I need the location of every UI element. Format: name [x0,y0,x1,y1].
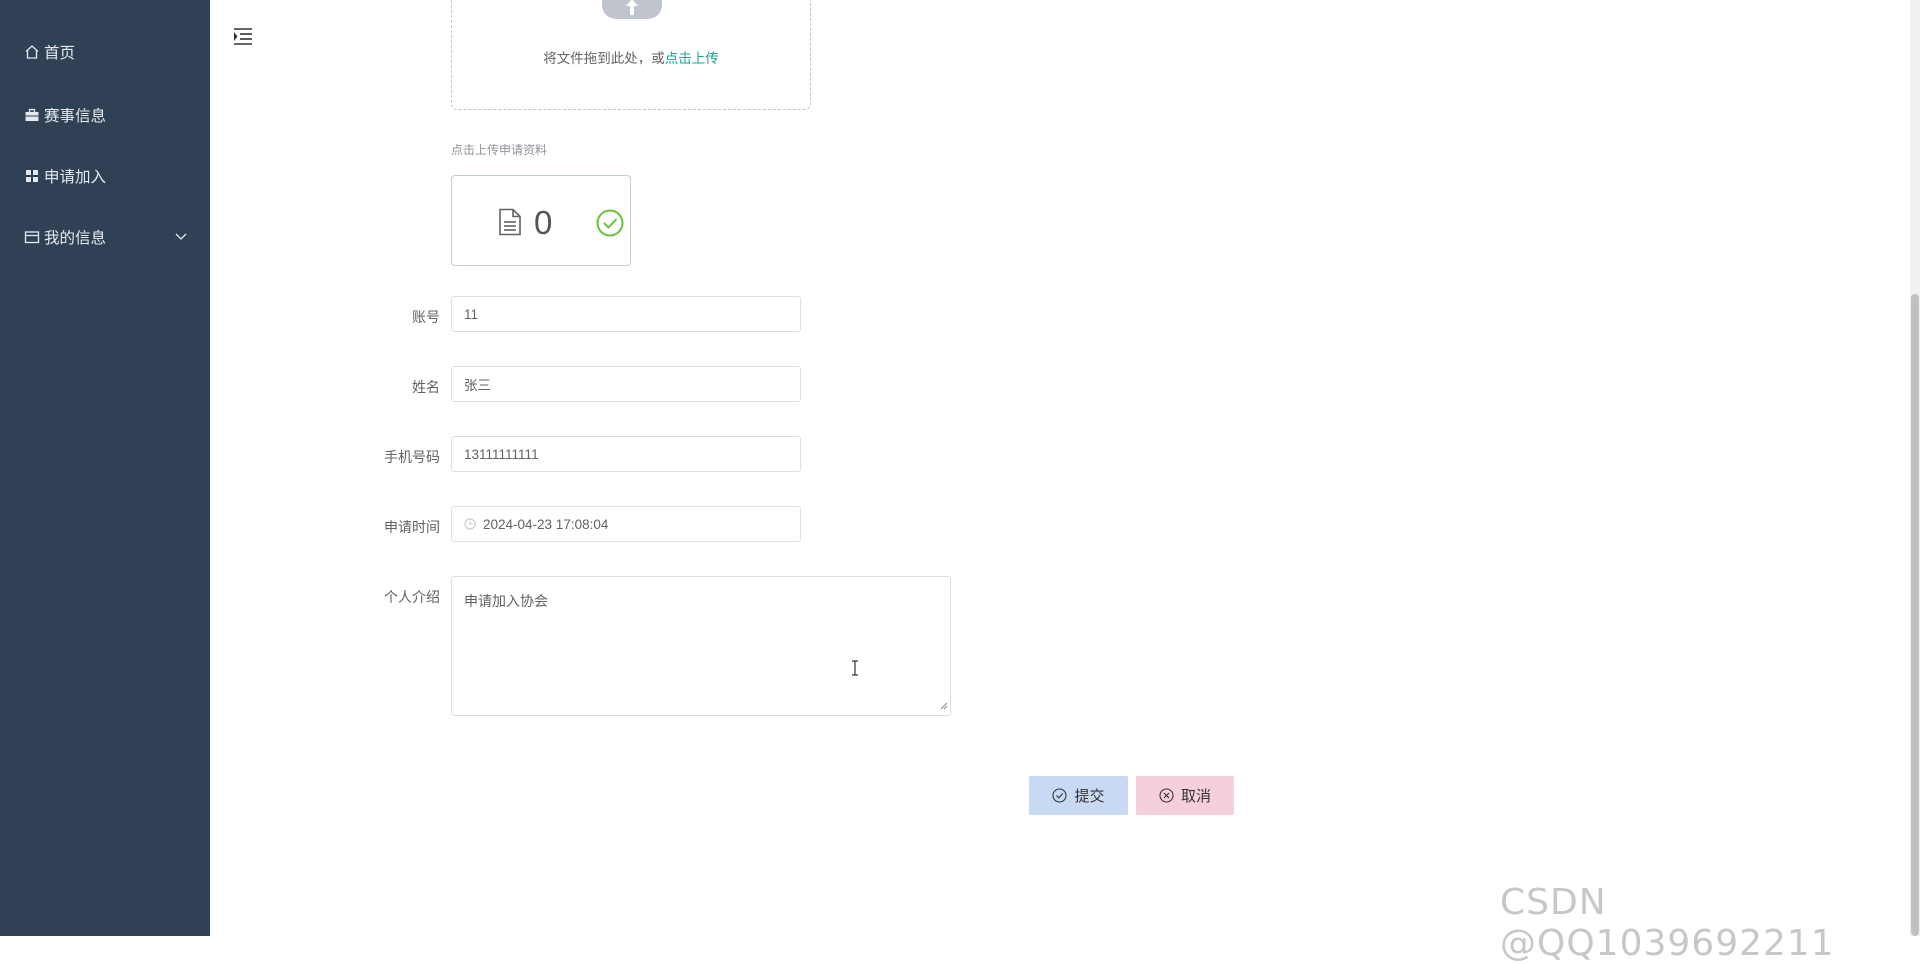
cancel-button[interactable]: 取消 [1136,776,1234,815]
sidebar: 首页 赛事信息 申请加入 我的信息 [0,0,210,936]
sidebar-item-events[interactable]: 赛事信息 [0,95,210,135]
sidebar-item-my-info[interactable]: 我的信息 [0,217,210,257]
uploaded-file-card[interactable]: 0 [451,175,631,266]
card-icon [23,228,41,246]
resize-handle-icon[interactable] [940,697,948,713]
time-label: 申请时间 [384,519,440,535]
account-field[interactable]: 11 [451,296,801,332]
close-circle-icon [1159,788,1174,803]
intro-value: 申请加入协会 [464,593,548,609]
sidebar-item-label: 赛事信息 [44,108,107,125]
menu-toggle-icon[interactable] [232,26,254,48]
sidebar-item-home[interactable]: 首页 [0,32,210,72]
intro-textarea[interactable]: 申请加入协会 [451,576,951,716]
file-count: 0 [534,204,553,241]
name-value: 张三 [464,378,491,393]
scrollbar-thumb[interactable] [1911,294,1919,936]
upload-drag-text: 将文件拖到此处，或 [543,51,665,66]
watermark: CSDN @QQ1039692211 [1500,882,1835,964]
phone-field[interactable]: 13111111111 [451,436,801,472]
phone-label: 手机号码 [384,449,440,465]
chevron-down-icon [174,229,188,248]
upload-cloud-icon [602,0,662,19]
upload-tip: 点击上传申请资料 [451,143,548,157]
time-field[interactable]: 2024-04-23 17:08:04 [451,506,801,542]
vertical-scrollbar[interactable] [1910,0,1920,936]
account-value: 11 [464,306,479,322]
document-icon [498,208,522,241]
main-content: 将文件拖到此处，或点击上传 点击上传申请资料 0 账号 11 姓名 张三 手机号… [210,0,1910,936]
account-label: 账号 [412,309,440,325]
sidebar-item-apply[interactable]: 申请加入 [0,156,210,196]
check-circle-icon [1052,788,1068,803]
upload-instruction: 将文件拖到此处，或点击上传 [452,47,810,67]
sidebar-item-label: 申请加入 [44,169,107,186]
check-circle-icon [596,209,624,242]
cancel-label: 取消 [1180,788,1211,805]
clock-icon [464,518,476,530]
submit-button[interactable]: 提交 [1029,776,1128,815]
sidebar-item-label: 首页 [44,45,76,62]
text-cursor-icon [850,660,860,681]
name-label: 姓名 [412,379,440,395]
sidebar-item-label: 我的信息 [44,230,107,247]
upload-dropzone[interactable]: 将文件拖到此处，或点击上传 [451,0,811,110]
briefcase-icon [23,106,41,124]
submit-label: 提交 [1074,788,1105,805]
phone-value: 13111111111 [464,446,539,462]
time-value: 2024-04-23 17:08:04 [483,516,609,532]
grid-icon [23,167,41,185]
intro-label: 个人介绍 [384,589,440,605]
home-icon [23,43,41,61]
upload-click-link[interactable]: 点击上传 [665,51,719,66]
name-field[interactable]: 张三 [451,366,801,402]
